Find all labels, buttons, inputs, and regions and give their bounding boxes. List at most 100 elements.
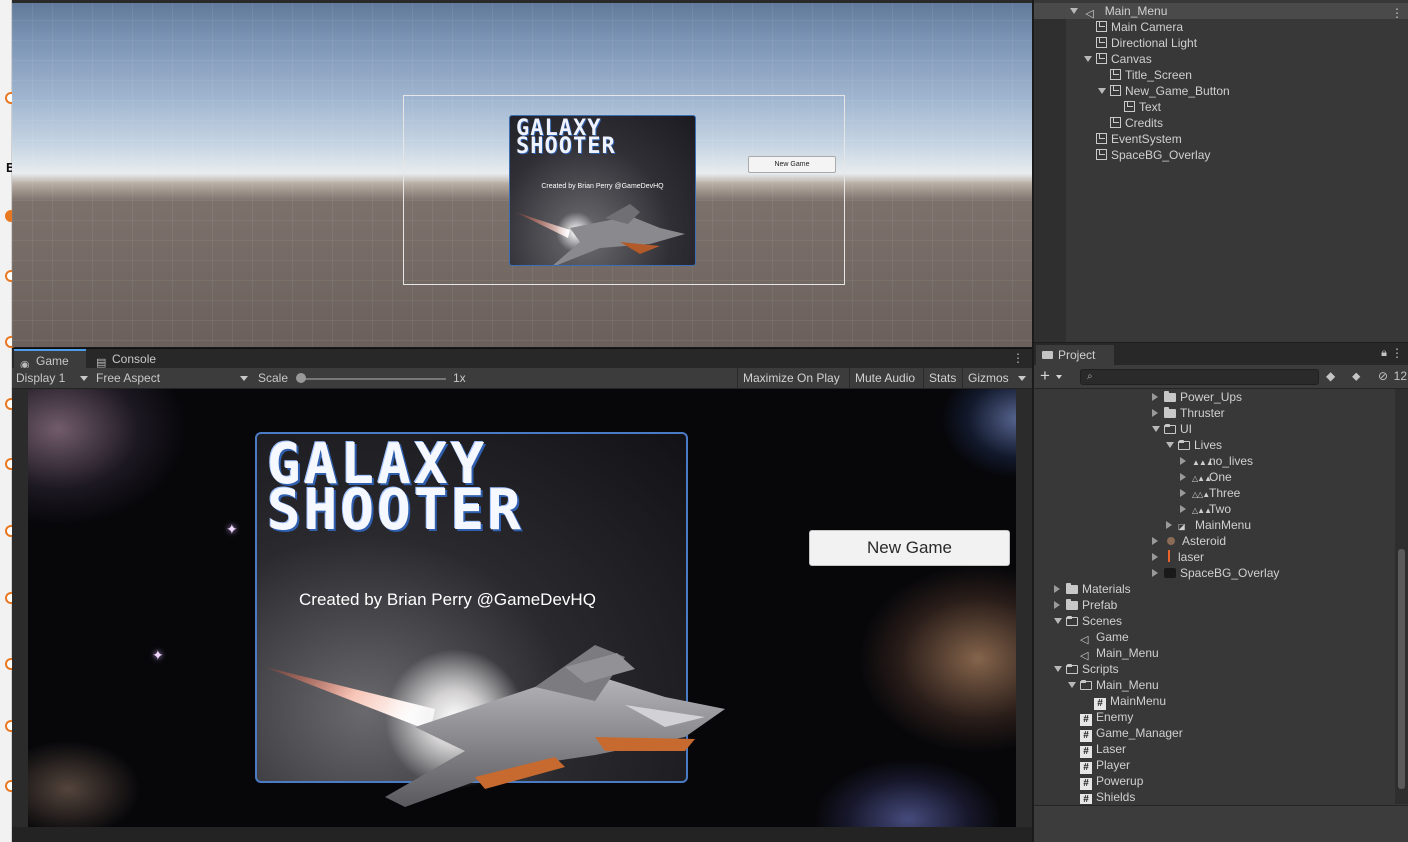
chevron-down-icon[interactable] <box>80 376 88 381</box>
hierarchy-item[interactable]: Title_Screen <box>1110 67 1192 83</box>
gizmos-button[interactable]: Gizmos <box>962 368 1014 389</box>
hierarchy-item[interactable]: Main Camera <box>1096 19 1183 35</box>
stats-button[interactable]: Stats <box>923 368 961 389</box>
chevron-right-icon[interactable] <box>1152 409 1158 417</box>
hierarchy-item[interactable]: EventSystem <box>1096 131 1182 147</box>
chevron-down-icon[interactable] <box>1070 8 1078 14</box>
list-item[interactable]: # Game_Manager <box>1080 725 1183 742</box>
list-item[interactable]: ◁ Main_Menu <box>1080 645 1159 662</box>
chevron-right-icon[interactable] <box>1152 553 1158 561</box>
chevron-down-icon[interactable] <box>1098 88 1106 94</box>
chevron-down-icon[interactable] <box>1056 375 1062 379</box>
chevron-right-icon[interactable] <box>1152 569 1158 577</box>
chevron-down-icon[interactable] <box>1054 666 1062 672</box>
list-item[interactable]: UI <box>1152 421 1192 437</box>
aspect-label: Free Aspect <box>96 371 161 385</box>
maximize-on-play-button[interactable]: Maximize On Play <box>737 368 845 389</box>
hierarchy-scene-row[interactable]: ◁ Main_Menu ⋮ <box>1034 3 1408 20</box>
project-tree[interactable]: Power_Ups Thruster UI Lives ▲▲▲no_lives … <box>1034 389 1396 804</box>
list-item[interactable]: Power_Ups <box>1152 389 1242 405</box>
chevron-down-icon[interactable] <box>1166 442 1174 448</box>
scene-new-game-button[interactable]: New Game <box>748 156 836 173</box>
search-input[interactable]: ⌕ <box>1080 369 1319 385</box>
list-item[interactable]: Main_Menu <box>1068 677 1159 693</box>
hierarchy-item[interactable]: Canvas <box>1084 51 1152 67</box>
hierarchy-gutter <box>1034 19 1066 342</box>
project-scrollbar[interactable] <box>1395 389 1408 804</box>
chevron-down-icon[interactable] <box>1018 376 1026 381</box>
mute-audio-button[interactable]: Mute Audio <box>849 368 920 389</box>
scale-slider-track[interactable] <box>300 378 446 380</box>
kebab-menu-icon[interactable]: ⋮ <box>1391 346 1403 360</box>
chevron-right-icon[interactable] <box>1180 505 1186 513</box>
folder-icon <box>1042 351 1053 359</box>
list-item[interactable]: # Shields <box>1080 789 1135 804</box>
list-item[interactable]: laser <box>1152 549 1204 565</box>
sprite-icon: ▲▲▲ <box>1192 458 1214 467</box>
chevron-right-icon[interactable] <box>1166 521 1172 529</box>
game-view[interactable]: ✦ ✦ ✦ ✦ GALAXY SHOOTER Created by Brian … <box>12 389 1032 827</box>
chevron-right-icon[interactable] <box>1152 537 1158 545</box>
chevron-down-icon[interactable] <box>1084 56 1092 62</box>
tab-console[interactable]: ▤ Console <box>90 349 180 369</box>
scene-view[interactable]: GALAXY SHOOTER Created by Brian Perry @G… <box>12 0 1032 347</box>
tab-console-label: Console <box>112 352 157 366</box>
list-item[interactable]: △▲▲One <box>1180 469 1232 485</box>
scale-value: 1x <box>453 371 466 385</box>
hierarchy-item[interactable]: New_Game_Button <box>1098 83 1230 99</box>
scene-title-screen[interactable]: GALAXY SHOOTER Created by Brian Perry @G… <box>509 115 696 266</box>
list-item[interactable]: ▲▲▲no_lives <box>1180 453 1253 469</box>
item-label: Main_Menu <box>1096 678 1159 692</box>
list-item[interactable]: Scenes <box>1054 613 1122 629</box>
filter-by-type-icon[interactable]: ◆ <box>1326 369 1335 383</box>
item-label: Shields <box>1096 790 1136 804</box>
hidden-packages-icon[interactable]: ⊘ <box>1378 369 1388 383</box>
chevron-down-icon[interactable] <box>1152 426 1160 432</box>
list-item[interactable]: # Player <box>1080 757 1130 774</box>
kebab-menu-icon[interactable]: ⋮ <box>1391 6 1403 20</box>
sprite-icon: ◪ <box>1178 522 1186 531</box>
chevron-right-icon[interactable] <box>1180 489 1186 497</box>
list-item[interactable]: Scripts <box>1054 661 1119 677</box>
list-item[interactable]: ◪ MainMenu <box>1166 517 1251 533</box>
hierarchy-item[interactable]: SpaceBG_Overlay <box>1096 147 1210 163</box>
kebab-menu-icon[interactable]: ⋮ <box>1012 351 1024 365</box>
list-item[interactable]: ◁ Game <box>1080 629 1129 646</box>
list-item[interactable]: △▲▲Two <box>1180 501 1231 517</box>
list-item[interactable]: SpaceBG_Overlay <box>1152 565 1279 581</box>
list-item[interactable]: # Enemy <box>1080 709 1133 726</box>
list-item[interactable]: Thruster <box>1152 405 1225 421</box>
aspect-dropdown[interactable]: Free Aspect <box>96 368 160 389</box>
item-label: Main_Menu <box>1096 646 1159 660</box>
list-item[interactable]: Materials <box>1054 581 1131 597</box>
chevron-down-icon[interactable] <box>1068 682 1076 688</box>
chevron-right-icon[interactable] <box>1054 601 1060 609</box>
lock-icon[interactable]: 🔒︎ <box>1381 347 1387 360</box>
list-item[interactable]: △△▲Three <box>1180 485 1240 501</box>
scrollbar-thumb[interactable] <box>1398 549 1405 789</box>
list-item[interactable]: # Laser <box>1080 741 1126 758</box>
hierarchy-item[interactable]: Credits <box>1110 115 1163 131</box>
chevron-right-icon[interactable] <box>1054 585 1060 593</box>
chevron-down-icon[interactable] <box>240 376 248 381</box>
hierarchy-item[interactable]: Directional Light <box>1096 35 1197 51</box>
tab-project[interactable]: Project <box>1036 345 1114 365</box>
chevron-right-icon[interactable] <box>1180 457 1186 465</box>
display-dropdown[interactable]: Display 1 <box>16 368 65 389</box>
hierarchy-item[interactable]: Text <box>1124 99 1161 115</box>
scale-slider-handle[interactable] <box>296 373 306 383</box>
filter-by-label-icon[interactable]: ⬥ <box>1352 369 1360 384</box>
new-game-button[interactable]: New Game <box>809 530 1010 566</box>
add-icon[interactable]: + <box>1040 367 1050 385</box>
item-label: One <box>1209 470 1232 484</box>
tab-game[interactable]: ◉ Game <box>14 349 86 371</box>
list-item[interactable]: Asteroid <box>1152 533 1226 549</box>
chevron-right-icon[interactable] <box>1152 393 1158 401</box>
list-item[interactable]: Lives <box>1166 437 1222 453</box>
asteroid-icon <box>1167 537 1175 545</box>
list-item[interactable]: Prefab <box>1054 597 1117 613</box>
chevron-right-icon[interactable] <box>1180 473 1186 481</box>
chevron-down-icon[interactable] <box>1054 618 1062 624</box>
list-item[interactable]: # Powerup <box>1080 773 1143 790</box>
list-item[interactable]: # MainMenu <box>1094 693 1166 710</box>
